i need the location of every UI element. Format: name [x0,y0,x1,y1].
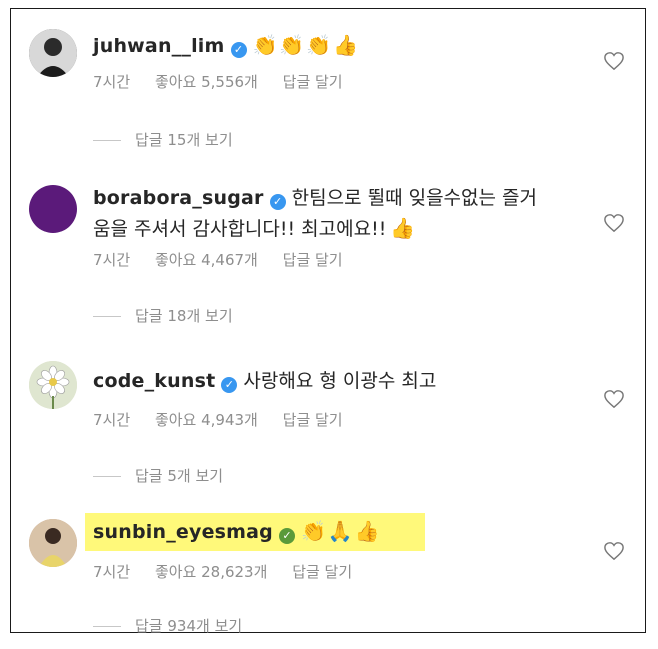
view-replies-button[interactable]: 답글 18개 보기 [93,305,233,326]
username[interactable]: borabora_sugar [93,187,264,209]
comment-meta: 7시간 좋아요 28,623개 답글 달기 [93,561,372,582]
verified-badge-icon: ✓ [279,528,295,544]
clapping-icon: 👏 [301,519,326,543]
view-replies-button[interactable]: 답글 934개 보기 [93,615,242,636]
comment-text: 한팀으로 뛸때 잊을수없는 즐거 [291,187,537,209]
like-count[interactable]: 좋아요 28,623개 [155,563,267,581]
comment-text-continued: 움을 주셔서 감사합니다!! 최고에요!! [93,218,387,240]
divider [93,140,121,141]
avatar[interactable] [29,185,77,233]
heart-icon[interactable] [603,51,625,71]
comment-meta: 7시간 좋아요 4,467개 답글 달기 [93,249,363,270]
view-replies-label: 답글 934개 보기 [135,617,243,635]
like-count[interactable]: 좋아요 4,943개 [155,411,258,429]
verified-badge-icon: ✓ [269,194,286,210]
divider [93,316,121,317]
reply-button[interactable]: 답글 달기 [292,563,352,581]
verified-badge-icon: ✓ [221,377,238,393]
heart-icon[interactable] [603,541,625,561]
timestamp: 7시간 [93,73,131,91]
reply-button[interactable]: 답글 달기 [283,251,343,269]
verified-badge-icon: ✓ [230,42,247,58]
timestamp: 7시간 [93,411,131,429]
comment-item: borabora_sugar ✓ 한팀으로 뛸때 잊을수없는 즐거 움을 주셔서 감… [11,159,645,325]
view-replies-label: 답글 5개 보기 [135,467,224,485]
heart-icon[interactable] [603,213,625,233]
clapping-icon: 👏 [306,33,332,57]
comment-item: sunbin_eyesmag ✓ 👏 🙏 👍 7시간 좋아요 28,623개 답글 달기… [11,499,645,649]
thumbs-up-icon: 👍 [354,519,380,543]
comment-meta: 7시간 좋아요 4,943개 답글 달기 [93,409,363,430]
username[interactable]: juhwan__lim [93,35,225,57]
heart-icon[interactable] [603,389,625,409]
praying-hands-icon: 🙏 [327,519,353,543]
comment-item: juhwan__lim ✓ 👏 👏 👏 👍 7시간 좋아요 5,556개 답글 달기 답글… [11,9,645,159]
avatar-photo [29,519,77,567]
avatar[interactable] [29,361,77,409]
avatar-photo [29,29,77,77]
comment-text: 사랑해요 형 이광수 최고 [243,370,437,392]
divider [93,626,121,627]
view-replies-button[interactable]: 답글 15개 보기 [93,129,233,150]
username[interactable]: sunbin_eyesmag [93,521,273,543]
comment-line: juhwan__lim ✓ 👏 👏 👏 👍 [93,31,360,60]
reply-button[interactable]: 답글 달기 [283,411,343,429]
divider [93,476,121,477]
avatar[interactable] [29,519,77,567]
username[interactable]: code_kunst [93,370,215,392]
daisy-avatar-image [29,361,77,409]
comment-line: sunbin_eyesmag ✓ 👏 🙏 👍 [93,517,382,546]
thumbs-up-icon: 👍 [390,216,416,240]
view-replies-button[interactable]: 답글 5개 보기 [93,465,223,486]
clapping-icon: 👏 [252,33,278,57]
clapping-icon: 👏 [279,33,305,57]
comment-meta: 7시간 좋아요 5,556개 답글 달기 [93,71,363,92]
screenshot-frame: juhwan__lim ✓ 👏 👏 👏 👍 7시간 좋아요 5,556개 답글 달기 답글… [10,8,646,635]
timestamp: 7시간 [93,251,131,269]
thumbs-up-icon: 👍 [333,33,359,57]
view-replies-label: 답글 18개 보기 [135,307,233,325]
timestamp: 7시간 [93,563,131,581]
comment-line: borabora_sugar ✓ 한팀으로 뛸때 잊을수없는 즐거 움을 주셔서 감… [93,183,537,244]
like-count[interactable]: 좋아요 4,467개 [155,251,258,269]
comment-line: code_kunst ✓ 사랑해요 형 이광수 최고 [93,367,436,395]
comment-item: code_kunst ✓ 사랑해요 형 이광수 최고 7시간 좋아요 4,943개 … [11,339,645,489]
like-count[interactable]: 좋아요 5,556개 [155,73,258,91]
avatar[interactable] [29,29,77,77]
view-replies-label: 답글 15개 보기 [135,131,233,149]
reply-button[interactable]: 답글 달기 [283,73,343,91]
